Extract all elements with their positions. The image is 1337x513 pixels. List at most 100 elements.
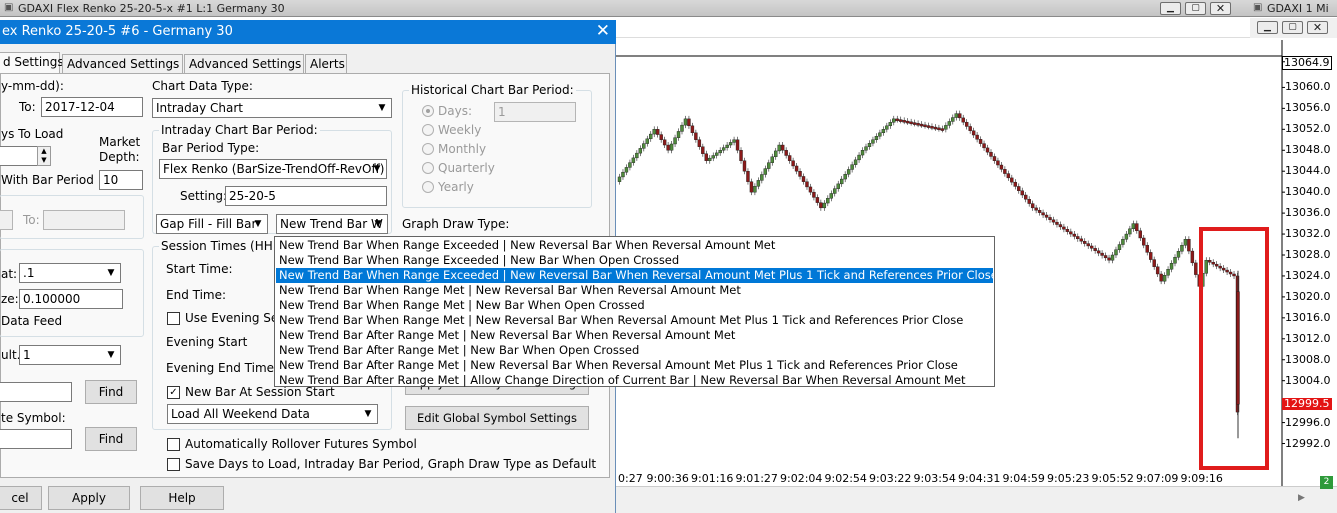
- tab-advanced-2[interactable]: Advanced Settings 2: [62, 54, 191, 74]
- days-to-load-input[interactable]: [0, 146, 39, 166]
- find-alt-button[interactable]: Find: [85, 427, 137, 451]
- dropdown-option[interactable]: New Trend Bar After Range Met | New Reve…: [276, 328, 993, 343]
- tab-settings[interactable]: d Settings: [0, 52, 64, 74]
- renko-brick: [878, 132, 882, 137]
- renko-brick: [1062, 226, 1066, 230]
- chevron-down-icon: ▼: [254, 219, 262, 229]
- x-tick-label: 9:02:04: [780, 472, 823, 485]
- tick-size-input[interactable]: 0.100000: [19, 289, 123, 309]
- quarterly-radio[interactable]: [422, 162, 434, 174]
- setting-input[interactable]: 25-20-5: [225, 186, 387, 206]
- dropdown-option[interactable]: New Trend Bar After Range Met | Allow Ch…: [276, 373, 993, 388]
- renko-brick: [805, 181, 809, 188]
- renko-brick: [739, 150, 743, 161]
- maximize-button[interactable]: ▢: [1185, 2, 1206, 15]
- days-spinner[interactable]: ▲ ▼: [37, 146, 51, 166]
- y-tick-label: 12999.5: [1282, 397, 1332, 411]
- trend-bar-select[interactable]: New Trend Bar W ▼: [276, 214, 388, 234]
- weekly-radio[interactable]: [422, 124, 434, 136]
- renko-brick: [1145, 244, 1149, 253]
- use-evening-label: Use Evening Ses: [185, 311, 285, 325]
- market-depth-input[interactable]: 10: [99, 170, 143, 190]
- dropdown-option[interactable]: New Trend Bar When Range Exceeded | New …: [276, 253, 993, 268]
- price-format-select[interactable]: .1 ▼: [19, 263, 121, 283]
- renko-brick: [940, 128, 945, 131]
- bar-period-type-select[interactable]: Flex Renko (BarSize-TrendOff-RevOff) ▼: [159, 159, 387, 179]
- renko-brick: [857, 154, 861, 161]
- find-button[interactable]: Find: [85, 380, 137, 404]
- historical-group-title: Historical Chart Bar Period:: [409, 83, 576, 97]
- dropdown-option[interactable]: New Trend Bar After Range Met | New Reve…: [276, 358, 993, 373]
- save-defaults-checkbox[interactable]: [167, 458, 180, 471]
- renko-brick: [1003, 169, 1007, 174]
- to-date-input: [43, 210, 125, 230]
- horizontal-scrollbar[interactable]: ▶ 2: [614, 476, 1337, 513]
- scroll-right-icon[interactable]: ▶: [1298, 493, 1305, 503]
- dropdown-option[interactable]: New Trend Bar When Range Exceeded | New …: [276, 268, 993, 283]
- multiplier-select[interactable]: 1 ▼: [19, 345, 121, 365]
- renko-brick: [1155, 266, 1160, 275]
- renko-brick: [655, 129, 660, 135]
- renko-brick: [1183, 239, 1188, 246]
- dropdown-option[interactable]: New Trend Bar When Range Met | New Bar W…: [276, 298, 993, 313]
- y-tick-label: 13064.9: [1282, 55, 1332, 70]
- renko-brick: [1034, 207, 1038, 211]
- close-button[interactable]: ✕: [1210, 2, 1231, 15]
- from-date-input: [0, 210, 13, 230]
- apply-button[interactable]: Apply: [48, 486, 130, 510]
- maximize-button[interactable]: ▢: [1282, 21, 1303, 34]
- renko-brick: [971, 130, 976, 136]
- renko-brick: [1076, 236, 1080, 240]
- renko-brick: [833, 188, 837, 194]
- dialog-titlebar: ex Renko 25-20-5 #6 - Germany 30 ✕: [0, 20, 616, 44]
- dropdown-option[interactable]: New Trend Bar When Range Exceeded | New …: [276, 238, 993, 253]
- yearly-radio[interactable]: [422, 181, 434, 193]
- renko-brick: [1114, 249, 1118, 256]
- second-window-titlebar: ▣ GDAXI 1 Mi: [1249, 0, 1337, 17]
- dropdown-option[interactable]: New Trend Bar After Range Met | New Bar …: [276, 343, 993, 358]
- renko-brick: [850, 164, 854, 170]
- chart-data-type-select[interactable]: Intraday Chart ▼: [152, 98, 392, 118]
- y-tick-label: 13044.0: [1285, 164, 1331, 178]
- gap-fill-select[interactable]: Gap Fill - Fill Bar ▼: [156, 214, 268, 234]
- renko-brick: [930, 126, 934, 129]
- renko-brick: [662, 139, 667, 146]
- end-date-input[interactable]: 2017-12-04: [41, 97, 143, 117]
- highlight-box: [1199, 227, 1269, 470]
- renko-brick: [694, 132, 698, 140]
- dialog-close-icon[interactable]: ✕: [596, 21, 610, 41]
- renko-brick: [909, 121, 913, 125]
- renko-brick: [1048, 217, 1052, 220]
- dropdown-option[interactable]: New Trend Bar When Range Met | New Rever…: [276, 313, 993, 328]
- weekend-select[interactable]: Load All Weekend Data ▼: [167, 404, 378, 424]
- auto-rollover-checkbox[interactable]: [167, 438, 180, 451]
- renko-brick: [846, 169, 851, 175]
- chart-data-type-label: Chart Data Type:: [152, 79, 253, 93]
- edit-global-settings-button[interactable]: Edit Global Symbol Settings: [405, 406, 589, 430]
- renko-brick: [621, 171, 625, 178]
- tab-advanced-3[interactable]: Advanced Settings 3: [184, 54, 313, 74]
- renko-brick: [1159, 273, 1163, 282]
- bar-period-type-value: Flex Renko (BarSize-TrendOff-RevOff): [163, 162, 385, 176]
- renko-brick: [1135, 223, 1139, 231]
- help-button[interactable]: Help: [140, 486, 224, 510]
- renko-brick: [794, 165, 799, 172]
- minimize-button[interactable]: ▁: [1160, 2, 1181, 15]
- cancel-button[interactable]: cel: [0, 486, 42, 510]
- minimize-button[interactable]: ▁: [1257, 21, 1278, 34]
- monthly-radio[interactable]: [422, 143, 434, 155]
- renko-brick: [760, 174, 764, 181]
- symbol-input[interactable]: [0, 382, 72, 402]
- use-evening-checkbox[interactable]: [167, 312, 180, 325]
- renko-brick: [1103, 255, 1108, 259]
- tab-alerts[interactable]: Alerts: [305, 54, 347, 74]
- renko-brick: [1124, 233, 1129, 240]
- renko-brick: [992, 156, 997, 161]
- new-bar-session-checkbox[interactable]: ✓: [167, 386, 180, 399]
- alternate-symbol-input[interactable]: [0, 429, 72, 449]
- days-radio[interactable]: [422, 105, 434, 117]
- dropdown-option[interactable]: New Trend Bar When Range Met | New Rever…: [276, 283, 993, 298]
- renko-brick: [732, 139, 736, 143]
- renko-brick: [902, 120, 906, 123]
- close-button[interactable]: ✕: [1307, 21, 1328, 34]
